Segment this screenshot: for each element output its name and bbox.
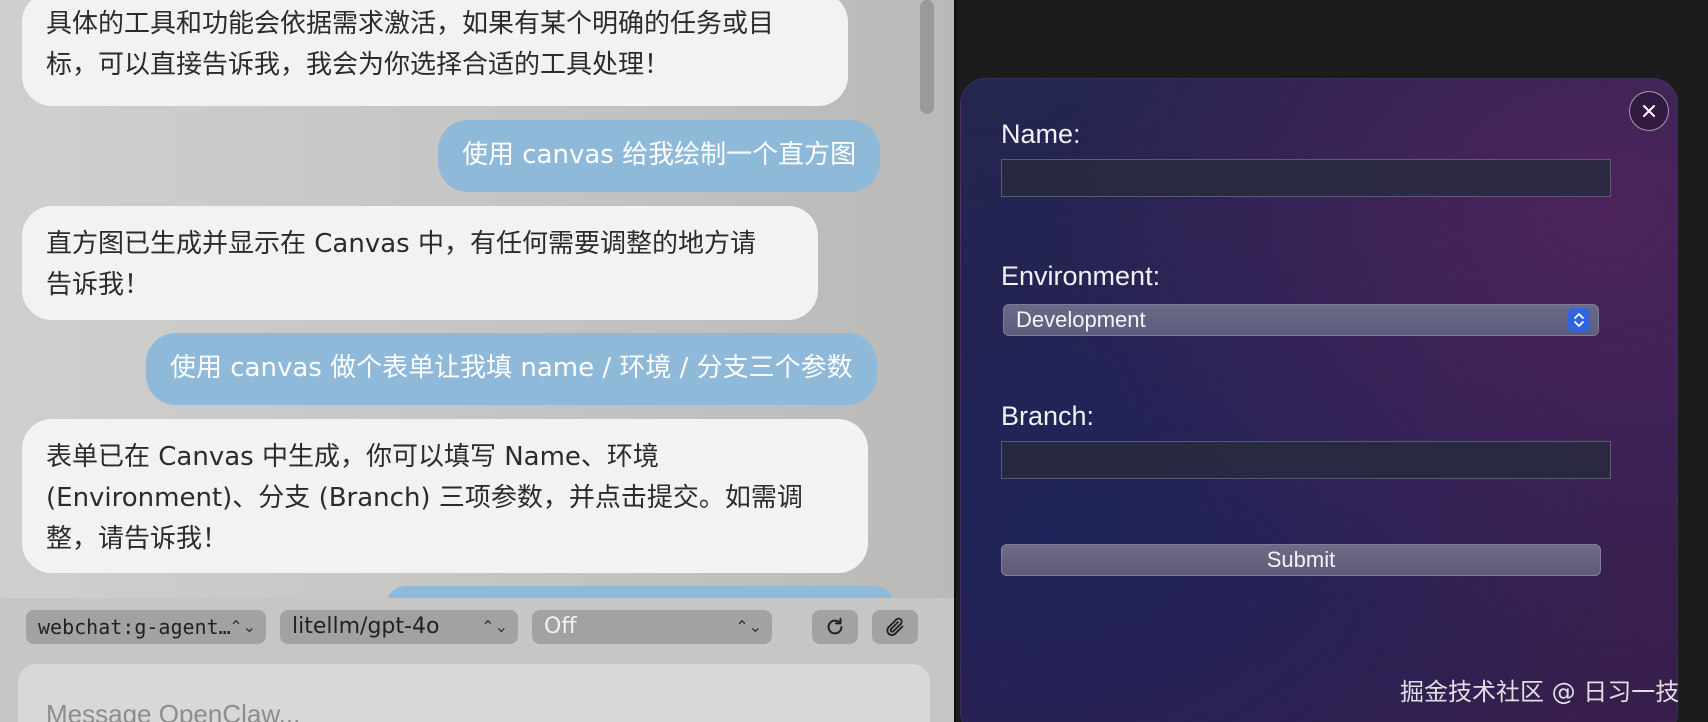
message-line: 使用 canvas 给我绘制一个直方图 — [462, 140, 857, 170]
submit-button[interactable]: Submit — [1001, 544, 1601, 576]
chat-pane: 具体的工具和功能会依据需求激活，如果有某个明确的任务或目 标，可以直接告诉我，我… — [0, 0, 954, 722]
message-line: 表单已在 Canvas 中生成，你可以填写 Name、环境 — [46, 442, 659, 472]
close-icon — [1643, 105, 1655, 117]
branch-label: Branch: — [1001, 401, 1095, 431]
composer — [18, 664, 930, 722]
chevron-updown-icon: ⌃⌄ — [481, 617, 508, 636]
session-select[interactable]: webchat:g-agent… ⌃⌄ — [26, 610, 266, 644]
message-line: 整，请告诉我！ — [46, 524, 229, 554]
refresh-icon — [827, 617, 843, 635]
model-select-value: litellm/gpt-4o — [292, 614, 440, 639]
canvas-pane: Name: Environment: Development Branch: S… — [958, 0, 1708, 722]
assistant-message: 具体的工具和功能会依据需求激活，如果有某个明确的任务或目 标，可以直接告诉我，我… — [22, 0, 848, 106]
environment-select[interactable]: Development — [1003, 304, 1599, 336]
session-select-value: webchat:g-agent… — [38, 615, 231, 639]
message-line: (Environment)、分支 (Branch) 三项参数，并点击提交。如需调 — [46, 483, 803, 513]
message-input[interactable] — [18, 664, 930, 722]
pane-divider[interactable] — [954, 0, 956, 722]
refresh-button[interactable] — [812, 610, 858, 644]
chevron-updown-icon: ⌃⌄ — [735, 617, 762, 636]
close-button[interactable] — [1629, 91, 1669, 131]
environment-label: Environment: — [1001, 261, 1161, 291]
thinking-select-value: Off — [544, 614, 577, 639]
assistant-message: 直方图已生成并显示在 Canvas 中，有任何需要调整的地方请 告诉我！ — [22, 206, 818, 320]
model-select[interactable]: litellm/gpt-4o ⌃⌄ — [280, 610, 518, 644]
attach-button[interactable] — [872, 610, 918, 644]
assistant-message: 表单已在 Canvas 中生成，你可以填写 Name、环境 (Environme… — [22, 419, 868, 573]
message-line: 标，可以直接告诉我，我会为你选择合适的工具处理！ — [46, 50, 671, 80]
user-message: 使用 canvas 给我绘制一个直方图 — [438, 120, 881, 192]
user-message: 使用 canvas 做个表单让我填 name / 环境 / 分支三个参数 — [146, 333, 877, 405]
canvas-panel: Name: Environment: Development Branch: S… — [960, 78, 1678, 722]
environment-select-value: Development — [1016, 307, 1146, 332]
message-line: 直方图已生成并显示在 Canvas 中，有任何需要调整的地方请 — [46, 229, 756, 259]
paperclip-icon — [886, 617, 904, 636]
watermark: 掘金技术社区 @ 日习一技 — [1400, 678, 1680, 706]
message-line: 使用 canvas 做个表单让我填 name / 环境 / 分支三个参数 — [170, 353, 853, 383]
select-stepper-icon — [1568, 308, 1590, 332]
name-label: Name: — [1001, 119, 1081, 149]
branch-field[interactable] — [1001, 441, 1611, 479]
chat-scrollbar[interactable] — [920, 0, 934, 114]
thinking-select[interactable]: Off ⌃⌄ — [532, 610, 772, 644]
chevron-updown-icon: ⌃⌄ — [229, 617, 256, 636]
name-field[interactable] — [1001, 159, 1611, 197]
message-line: 具体的工具和功能会依据需求激活，如果有某个明确的任务或目 — [46, 9, 775, 39]
message-line: 告诉我！ — [46, 270, 151, 300]
